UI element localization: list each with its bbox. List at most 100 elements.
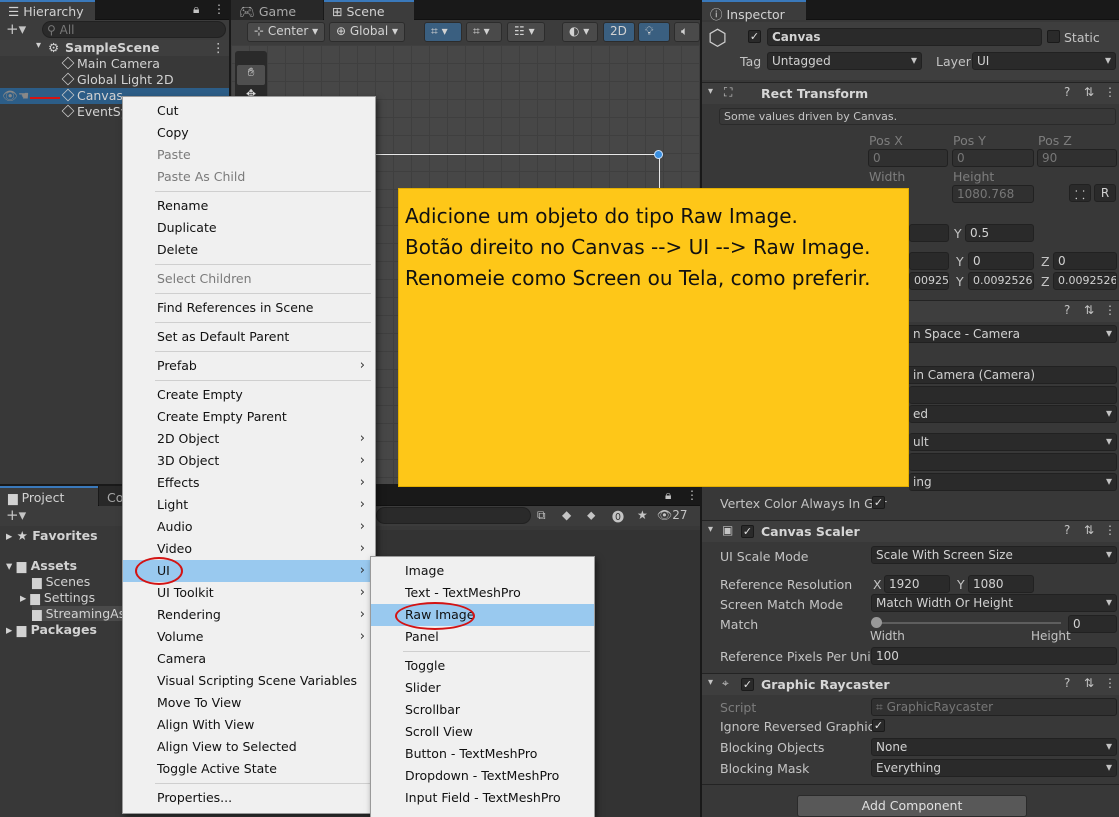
menu-item-select-children[interactable]: Select Children xyxy=(123,268,375,290)
space-dropdown[interactable]: ⊕ Global ▾ xyxy=(329,22,405,42)
menu-item-volume[interactable]: Volume › xyxy=(123,626,375,648)
menu-item-button-textmeshpro[interactable]: Button - TextMeshPro xyxy=(371,743,594,765)
menu-item-create-empty[interactable]: Create Empty xyxy=(123,384,375,406)
screen-match-mode-dropdown[interactable]: Match Width Or Height xyxy=(871,594,1117,612)
menu-item-input-field-textmeshpro[interactable]: Input Field - TextMeshPro xyxy=(371,787,594,809)
additional-channels-field[interactable] xyxy=(909,453,1117,471)
lock-icon[interactable]: 🔒︎ xyxy=(193,2,199,17)
lighting-toggle[interactable]: 💡︎ xyxy=(638,22,670,42)
menu-item-paste-as-child[interactable]: Paste As Child xyxy=(123,166,375,188)
order-in-layer-dropdown[interactable]: ult xyxy=(909,433,1117,451)
presets-icon[interactable]: ⇅ xyxy=(1084,303,1094,317)
visibility-count-icon[interactable]: 👁︎27 xyxy=(657,508,688,522)
favorite-star-icon[interactable]: ★ xyxy=(637,508,648,522)
shader-channels-dropdown[interactable]: ing xyxy=(909,473,1117,491)
presets-icon[interactable]: ⇅ xyxy=(1084,85,1094,99)
rotation-z-field[interactable]: 0 xyxy=(1053,252,1117,270)
menu-item-align-with-view[interactable]: Align With View xyxy=(123,714,375,736)
menu-item-light[interactable]: Light › xyxy=(123,494,375,516)
reference-x-field[interactable]: 1920 xyxy=(884,575,950,593)
menu-item-properties[interactable]: Properties... xyxy=(123,787,375,809)
match-slider-handle[interactable] xyxy=(871,617,882,628)
menu-item-rename[interactable]: Rename xyxy=(123,195,375,217)
raw-edit-button[interactable]: R xyxy=(1094,184,1116,202)
menu-item-image[interactable]: Image xyxy=(371,560,594,582)
menu-item-toggle[interactable]: Toggle xyxy=(371,655,594,677)
component-menu-icon[interactable]: ⋮ xyxy=(1104,85,1116,99)
grid-snap-toggle[interactable]: ⌗ ▾ xyxy=(466,22,502,42)
sorting-layer-dropdown[interactable]: ed xyxy=(909,405,1117,423)
layer-dropdown[interactable]: UI xyxy=(972,52,1116,70)
tab-scene[interactable]: ⊞ Scene xyxy=(324,0,414,20)
draw-mode-dropdown[interactable]: ◐ ▾ xyxy=(562,22,598,42)
tab-hierarchy[interactable]: ☰ Hierarchy xyxy=(0,0,95,20)
tree-item-packages[interactable]: ▸ ▆ Packages xyxy=(6,622,97,637)
menu-item-camera[interactable]: Camera xyxy=(123,648,375,670)
kebab-menu-icon[interactable]: ⋮ xyxy=(686,488,698,502)
menu-item-slider[interactable]: Slider xyxy=(371,677,594,699)
foldout-arrow-icon[interactable]: ▾ xyxy=(708,524,713,535)
menu-item-find-references-in-scene[interactable]: Find References in Scene xyxy=(123,297,375,319)
menu-item-scroll-view[interactable]: Scroll View xyxy=(371,721,594,743)
tab-inspector[interactable]: ⓘ Inspector xyxy=(702,0,806,22)
menu-item-effects[interactable]: Effects › xyxy=(123,472,375,494)
add-plus-icon[interactable]: +▾ xyxy=(6,20,26,38)
tree-item-streamingassets[interactable]: ▆ StreamingAss xyxy=(32,606,130,621)
menu-item-visual-scripting-scene-variables[interactable]: Visual Scripting Scene Variables xyxy=(123,670,375,692)
static-checkbox[interactable] xyxy=(1047,30,1060,43)
menu-item-dropdown-textmeshpro[interactable]: Dropdown - TextMeshPro xyxy=(371,765,594,787)
scene-kebab-icon[interactable]: ⋮ xyxy=(212,40,225,55)
help-icon[interactable]: ? xyxy=(1064,676,1070,690)
hierarchy-item[interactable]: Global Light 2D xyxy=(0,72,229,88)
hierarchy-search-input[interactable]: ⚲ All xyxy=(42,21,226,38)
add-plus-icon[interactable]: +▾ xyxy=(6,506,26,524)
component-menu-icon[interactable]: ⋮ xyxy=(1104,303,1116,317)
menu-item-duplicate[interactable]: Duplicate xyxy=(123,217,375,239)
menu-item-move-to-view[interactable]: Move To View xyxy=(123,692,375,714)
menu-item-rendering[interactable]: Rendering › xyxy=(123,604,375,626)
canvas-handle[interactable] xyxy=(654,150,663,159)
graphic-raycaster-header[interactable]: ▾ ⌖ ✓ Graphic Raycaster ? ⇅ ⋮ xyxy=(702,673,1119,695)
vertex-color-checkbox[interactable]: ✓ xyxy=(872,496,885,509)
help-icon[interactable]: ? xyxy=(1064,303,1070,317)
menu-item-create-empty-parent[interactable]: Create Empty Parent xyxy=(123,406,375,428)
presets-icon[interactable]: ⇅ xyxy=(1084,676,1094,690)
snap-toggle[interactable]: ⌗ ▾ xyxy=(424,22,462,42)
menu-item-delete[interactable]: Delete xyxy=(123,239,375,261)
reference-ppu-field[interactable]: 100 xyxy=(871,647,1117,665)
component-menu-icon[interactable]: ⋮ xyxy=(1104,676,1116,690)
ignore-reversed-checkbox[interactable]: ✓ xyxy=(872,719,885,732)
menu-item-prefab[interactable]: Prefab › xyxy=(123,355,375,377)
menu-item-cut[interactable]: Cut xyxy=(123,100,375,122)
canvas-scaler-header[interactable]: ▾ ▣ ✓ Canvas Scaler ? ⇅ ⋮ xyxy=(702,520,1119,542)
scene-row[interactable]: ▾ ⚙ SampleScene ⋮ xyxy=(0,40,229,56)
menu-item-scrollbar[interactable]: Scrollbar xyxy=(371,699,594,721)
help-icon[interactable]: ? xyxy=(1064,523,1070,537)
menu-item-panel[interactable]: Panel xyxy=(371,626,594,648)
menu-item-toggle-active-state[interactable]: Toggle Active State xyxy=(123,758,375,780)
scale-x-field-partial[interactable]: 0092526 xyxy=(909,272,949,290)
visibility-eye-icon[interactable]: 👁︎ xyxy=(2,88,18,104)
search-by-type-icon[interactable]: ⧉ xyxy=(537,508,546,523)
plane-distance-field[interactable] xyxy=(909,386,1117,404)
add-component-button[interactable]: Add Component xyxy=(797,795,1027,817)
tree-item-assets[interactable]: ▾ ▆ Assets xyxy=(6,558,77,573)
scale-z-field[interactable]: 0.0092526 xyxy=(1053,272,1117,290)
match-slider-track[interactable] xyxy=(876,622,1061,624)
height-field[interactable]: 1080.768 xyxy=(952,185,1034,203)
rotation-y-field[interactable]: 0 xyxy=(968,252,1034,270)
hand-tool-icon[interactable]: ✋︎ xyxy=(237,65,265,85)
tab-game[interactable]: 🎮︎ Game xyxy=(231,0,323,20)
menu-item-audio[interactable]: Audio › xyxy=(123,516,375,538)
tree-item-scenes[interactable]: ▆ Scenes xyxy=(32,574,90,589)
tree-item-favorites[interactable]: ▸ ★ Favorites xyxy=(6,528,98,543)
menu-item-set-as-default-parent[interactable]: Set as Default Parent xyxy=(123,326,375,348)
match-value-field[interactable]: 0 xyxy=(1068,615,1117,633)
pos-y-field[interactable]: 0 xyxy=(952,149,1034,167)
presets-icon[interactable]: ⇅ xyxy=(1084,523,1094,537)
filter-icon[interactable]: ◆ xyxy=(562,508,571,522)
reference-y-field[interactable]: 1080 xyxy=(968,575,1034,593)
menu-item-paste[interactable]: Paste xyxy=(123,144,375,166)
active-checkbox[interactable]: ✓ xyxy=(748,30,761,43)
rotation-x-field-partial[interactable] xyxy=(909,252,949,270)
